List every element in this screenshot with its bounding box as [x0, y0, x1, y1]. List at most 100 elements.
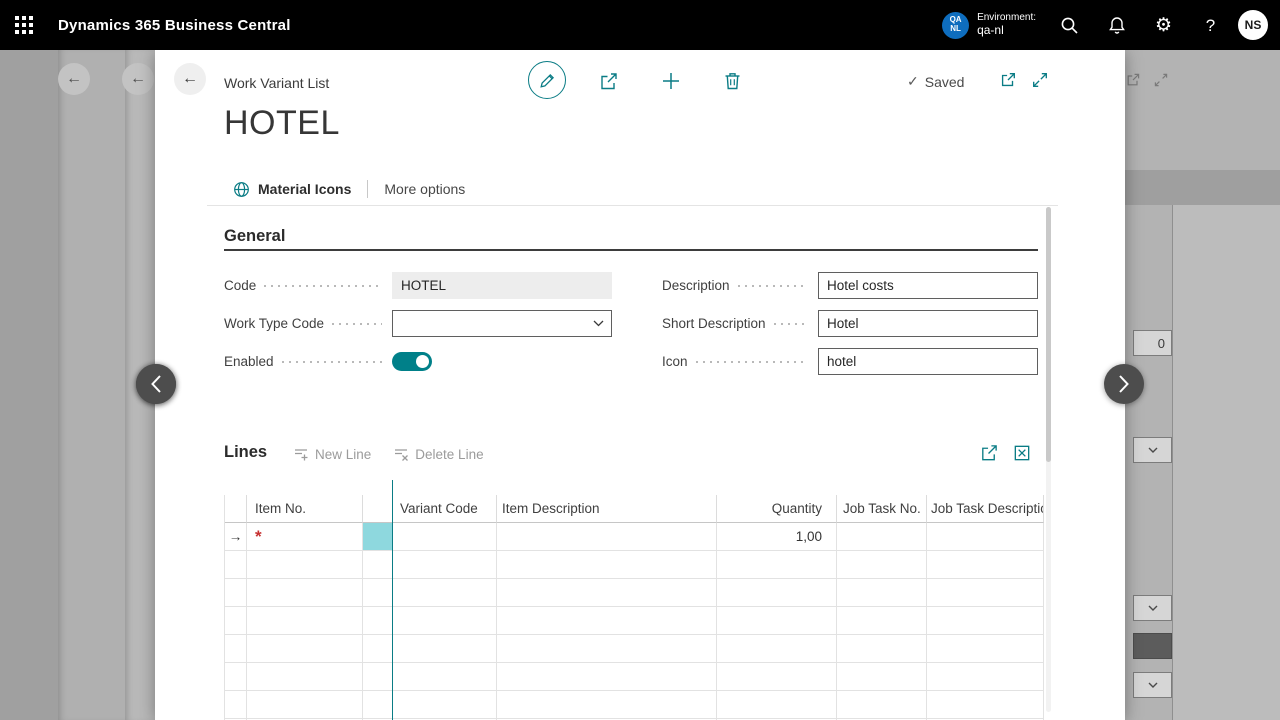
empty-line-cell[interactable]: [837, 635, 927, 663]
empty-line-cell[interactable]: [927, 635, 1044, 663]
empty-line-cell[interactable]: [497, 607, 717, 635]
empty-line-cell[interactable]: [225, 635, 247, 663]
back-button[interactable]: ←: [174, 63, 206, 95]
empty-line-cell[interactable]: [837, 579, 927, 607]
empty-line-cell[interactable]: [225, 579, 247, 607]
empty-line-cell[interactable]: [225, 691, 247, 719]
empty-line-cell[interactable]: [837, 663, 927, 691]
new-record-button[interactable]: [659, 69, 683, 93]
share-button[interactable]: [596, 69, 620, 93]
settings-button[interactable]: ⚙: [1140, 0, 1187, 50]
empty-line-cell[interactable]: [497, 635, 717, 663]
empty-line-cell[interactable]: [393, 551, 497, 579]
empty-line-cell[interactable]: [497, 663, 717, 691]
empty-line-cell[interactable]: [393, 607, 497, 635]
empty-line-cell[interactable]: [247, 551, 363, 579]
job-task-no-cell[interactable]: [837, 523, 927, 551]
empty-line-cell[interactable]: [247, 579, 363, 607]
empty-line-cell[interactable]: [247, 663, 363, 691]
empty-line-cell[interactable]: [393, 663, 497, 691]
empty-line-cell[interactable]: [393, 635, 497, 663]
delete-line-label: Delete Line: [415, 447, 483, 462]
column-header-item-description[interactable]: Item Description: [497, 495, 717, 523]
delete-record-button[interactable]: [720, 69, 744, 93]
description-field-input[interactable]: [818, 272, 1038, 299]
short-description-field-label: Short Description: [662, 316, 766, 331]
menu-item-material-icons[interactable]: Material Icons: [233, 181, 351, 198]
waffle-grid-icon: [15, 16, 33, 34]
empty-line-cell[interactable]: [247, 635, 363, 663]
empty-line-cell[interactable]: [927, 579, 1044, 607]
user-avatar[interactable]: NS: [1238, 10, 1268, 40]
column-header-job-task-description[interactable]: Job Task Description: [927, 495, 1044, 523]
column-header-item-no[interactable]: Item No.: [247, 495, 363, 523]
empty-line-cell[interactable]: [225, 607, 247, 635]
empty-line-cell[interactable]: [247, 607, 363, 635]
dotted-leader: [332, 323, 382, 325]
empty-line-cell[interactable]: [717, 579, 837, 607]
menu-item-more-options[interactable]: More options: [384, 181, 465, 197]
work-type-code-dropdown[interactable]: [392, 310, 612, 337]
notifications-button[interactable]: [1093, 0, 1140, 50]
help-button[interactable]: ?: [1187, 0, 1234, 50]
app-launcher-waffle-icon[interactable]: [0, 0, 48, 50]
expand-page-button[interactable]: [1031, 71, 1049, 89]
empty-line-cell[interactable]: [363, 635, 393, 663]
empty-line-cell[interactable]: [363, 607, 393, 635]
new-line-button[interactable]: New Line: [293, 446, 371, 462]
empty-line-cell[interactable]: [363, 551, 393, 579]
empty-line-cell[interactable]: [837, 551, 927, 579]
item-description-cell[interactable]: [497, 523, 717, 551]
next-record-button[interactable]: [1104, 364, 1144, 404]
code-field-input[interactable]: [392, 272, 612, 299]
variant-code-cell[interactable]: [393, 523, 497, 551]
column-header-quantity[interactable]: Quantity: [717, 495, 837, 523]
empty-line-cell[interactable]: [225, 663, 247, 691]
empty-line-cell[interactable]: [497, 579, 717, 607]
empty-line-cell[interactable]: [363, 691, 393, 719]
column-header-variant-code[interactable]: Variant Code: [393, 495, 497, 523]
empty-line-cell[interactable]: [837, 607, 927, 635]
empty-line-cell[interactable]: [247, 691, 363, 719]
scrollbar-thumb[interactable]: [1046, 207, 1051, 462]
empty-line-cell[interactable]: [363, 663, 393, 691]
empty-line-cell[interactable]: [927, 607, 1044, 635]
plus-icon: [661, 71, 681, 91]
short-description-field-input[interactable]: [818, 310, 1038, 337]
lines-open-in-excel-button[interactable]: [1012, 443, 1032, 463]
empty-line-cell[interactable]: [717, 607, 837, 635]
vertical-scrollbar[interactable]: [1046, 207, 1051, 712]
empty-line-cell[interactable]: [717, 691, 837, 719]
quantity-cell[interactable]: 1,00: [717, 523, 837, 551]
empty-line-cell[interactable]: [497, 691, 717, 719]
lines-share-button[interactable]: [979, 443, 999, 463]
empty-line-cell[interactable]: [717, 635, 837, 663]
empty-line-cell[interactable]: [393, 691, 497, 719]
job-task-description-cell[interactable]: [927, 523, 1044, 551]
empty-line-cell[interactable]: [927, 691, 1044, 719]
column-header-job-task-no[interactable]: Job Task No.: [837, 495, 927, 523]
empty-line-cell[interactable]: [717, 551, 837, 579]
previous-record-button[interactable]: [136, 364, 176, 404]
item-no-cell[interactable]: *: [247, 523, 363, 551]
row-selector-header[interactable]: [225, 495, 247, 523]
empty-line-cell[interactable]: [393, 579, 497, 607]
empty-line-cell[interactable]: [363, 579, 393, 607]
empty-line-cell[interactable]: [225, 551, 247, 579]
edit-button[interactable]: [528, 61, 566, 99]
open-in-new-window-button[interactable]: [999, 71, 1017, 89]
empty-line-cell[interactable]: [927, 551, 1044, 579]
column-header-drilldown[interactable]: [363, 495, 393, 523]
enabled-toggle[interactable]: [392, 352, 432, 371]
empty-line-cell[interactable]: [837, 691, 927, 719]
empty-line-cell[interactable]: [717, 663, 837, 691]
search-button[interactable]: [1046, 0, 1093, 50]
empty-line-cell[interactable]: [497, 551, 717, 579]
empty-line-cell[interactable]: [927, 663, 1044, 691]
environment-badge[interactable]: QA NL: [942, 12, 969, 39]
icon-field-input[interactable]: [818, 348, 1038, 375]
dimmed-back-button-1: ←: [58, 63, 90, 95]
delete-line-button[interactable]: Delete Line: [393, 446, 483, 462]
selected-cell[interactable]: [363, 523, 393, 551]
help-icon: ?: [1206, 17, 1215, 34]
